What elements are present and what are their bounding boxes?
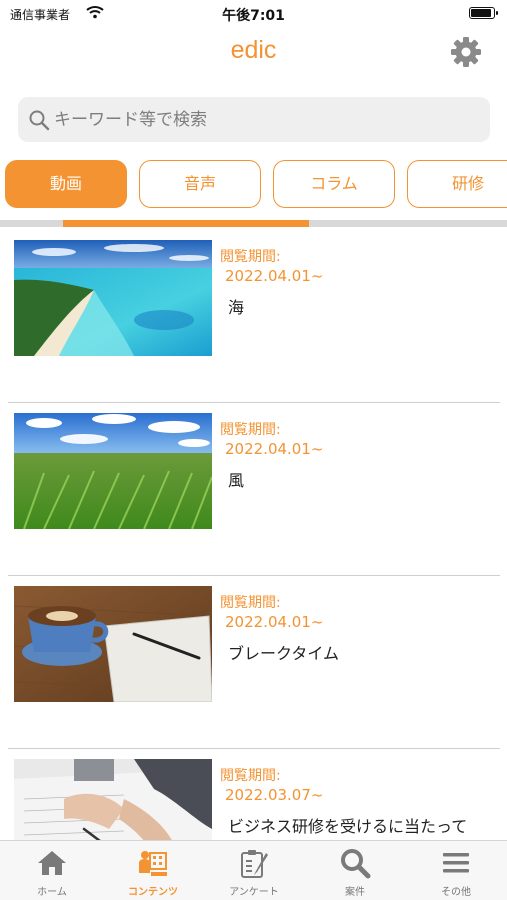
tabbar-contents[interactable]: コンテンツ <box>103 841 203 900</box>
app-title: edic <box>230 36 277 64</box>
tabbar-other-label: その他 <box>441 887 471 898</box>
content-list: 閲覧期間: 2022.04.01~ 海 閲覧期間: 2022.04.01~ 風 … <box>0 230 507 840</box>
tabbar-other[interactable]: その他 <box>406 841 506 900</box>
survey-icon <box>241 850 268 878</box>
menu-icon <box>443 853 469 873</box>
search-case-icon <box>341 849 371 879</box>
item-title: ビジネス研修を受けるに当たって <box>228 817 468 836</box>
tabbar-survey-label: アンケート <box>229 887 279 898</box>
tab-scroll-indicator <box>63 220 309 227</box>
home-icon <box>38 851 66 875</box>
tab-column[interactable]: コラム <box>273 160 395 208</box>
category-tabs: 動画 音声 コラム 研修 <box>0 160 507 210</box>
period-label: 閲覧期間: <box>220 595 281 611</box>
period-label: 閲覧期間: <box>220 768 281 784</box>
gear-icon[interactable] <box>450 36 482 68</box>
wheat-field-image <box>14 413 212 529</box>
period-date: 2022.03.07~ <box>225 786 324 804</box>
bottom-tab-bar: ホーム コンテンツ アンケート 案件 その他 <box>0 840 507 900</box>
item-title: 風 <box>228 471 245 490</box>
item-title: 海 <box>228 298 245 317</box>
search-icon <box>29 110 50 131</box>
list-item[interactable]: 閲覧期間: 2022.04.01~ ブレークタイム <box>8 576 500 749</box>
tabbar-contents-label: コンテンツ <box>128 887 178 898</box>
tabbar-cases[interactable]: 案件 <box>305 841 405 900</box>
tab-audio[interactable]: 音声 <box>139 160 261 208</box>
tabbar-home-label: ホーム <box>37 887 67 898</box>
beach-image <box>14 240 212 356</box>
search-input[interactable] <box>54 97 474 142</box>
tab-training[interactable]: 研修 <box>407 160 507 208</box>
period-date: 2022.04.01~ <box>225 267 324 285</box>
tab-video[interactable]: 動画 <box>5 160 127 208</box>
battery-icon <box>469 7 498 19</box>
item-title: ブレークタイム <box>228 644 340 663</box>
status-time: 午後7:01 <box>222 8 285 24</box>
list-item[interactable]: 閲覧期間: 2022.04.01~ 海 <box>8 230 500 403</box>
tabbar-survey[interactable]: アンケート <box>204 841 304 900</box>
period-date: 2022.04.01~ <box>225 613 324 631</box>
business-meeting-image <box>14 759 212 840</box>
contents-icon <box>139 851 167 876</box>
tabbar-cases-label: 案件 <box>345 887 365 898</box>
period-label: 閲覧期間: <box>220 422 281 438</box>
status-bar: 通信事業者 午後7:01 <box>0 0 507 28</box>
list-item[interactable]: 閲覧期間: 2022.03.07~ ビジネス研修を受けるに当たって <box>8 749 500 840</box>
battery-level <box>471 9 491 17</box>
coffee-notebook-image <box>14 586 212 702</box>
list-item[interactable]: 閲覧期間: 2022.04.01~ 風 <box>8 403 500 576</box>
search-bar[interactable] <box>18 97 490 142</box>
period-label: 閲覧期間: <box>220 249 281 265</box>
tabbar-home[interactable]: ホーム <box>2 841 102 900</box>
period-date: 2022.04.01~ <box>225 440 324 458</box>
